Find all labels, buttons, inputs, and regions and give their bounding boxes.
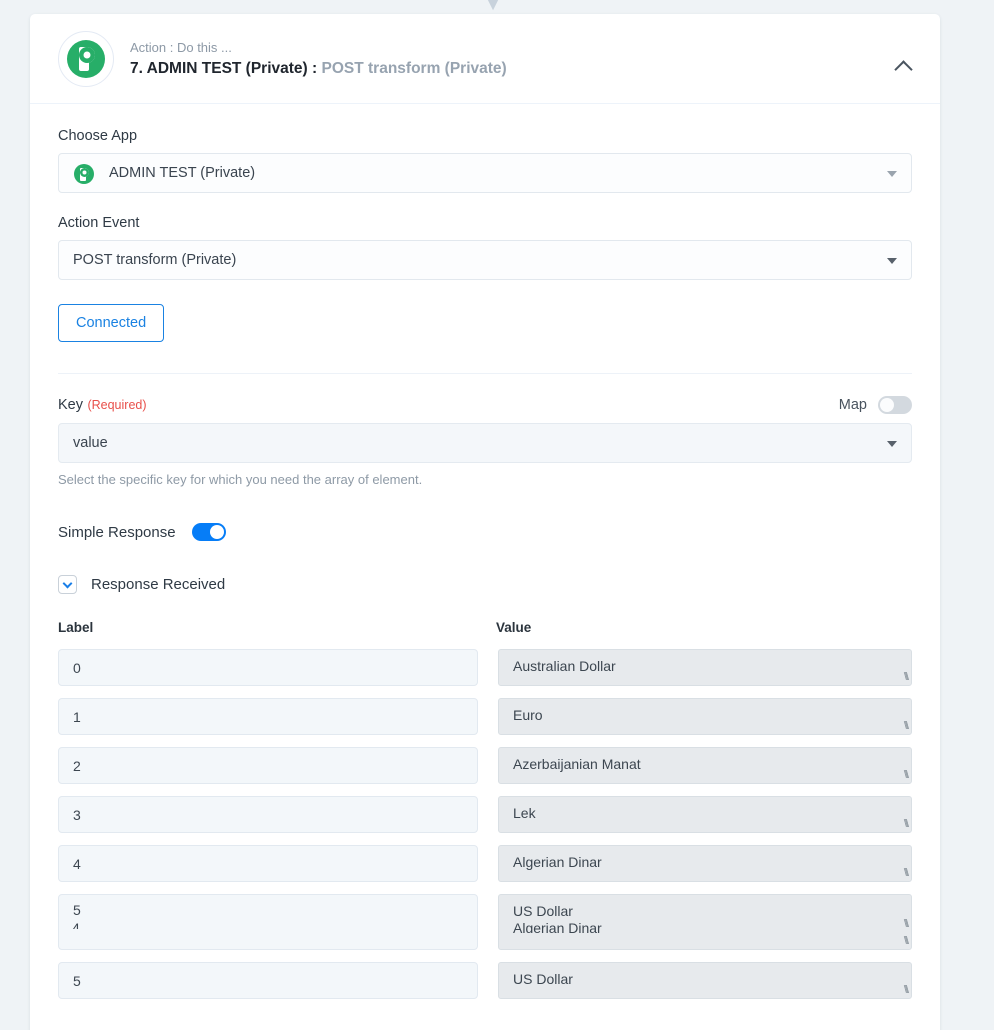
header-text: Action : Do this ... 7. ADMIN TEST (Priv… bbox=[130, 39, 507, 79]
response-received-group: Response Received bbox=[58, 575, 912, 594]
key-value: value bbox=[73, 435, 108, 451]
key-field-header: Key (Required) Map bbox=[58, 396, 912, 414]
row-value-textarea[interactable]: Australian Dollar bbox=[498, 649, 912, 686]
table-row: 3 Lek bbox=[58, 796, 912, 833]
chevron-up-icon bbox=[893, 60, 913, 79]
action-event-label: Action Event bbox=[58, 215, 140, 231]
resize-grip-icon[interactable] bbox=[897, 919, 909, 931]
action-event-value: POST transform (Private) bbox=[73, 252, 237, 268]
pabbly-p-logo-icon bbox=[67, 39, 105, 78]
resize-grip-icon[interactable] bbox=[897, 672, 909, 684]
simple-response-label: Simple Response bbox=[58, 523, 176, 541]
toggle-knob bbox=[209, 525, 224, 539]
caret-down-icon bbox=[887, 258, 897, 264]
page-root: ▼ Action : Do this ... 7. ADMIN TEST (Pr… bbox=[0, 0, 994, 1030]
key-label-wrap: Key (Required) bbox=[58, 396, 147, 414]
resize-grip-icon[interactable] bbox=[897, 985, 909, 997]
action-step-card: Action : Do this ... 7. ADMIN TEST (Priv… bbox=[30, 14, 940, 1030]
simple-response-toggle[interactable] bbox=[191, 523, 226, 541]
response-received-expand-button[interactable] bbox=[58, 575, 77, 594]
response-received-label: Response Received bbox=[91, 576, 226, 593]
table-header-row: Label Value bbox=[58, 620, 912, 635]
map-label: Map bbox=[838, 397, 867, 413]
row-value-text: Algerian Dinar bbox=[513, 854, 602, 870]
row-value-text: Azerbaijanian Manat bbox=[513, 756, 641, 772]
row-value-ghost-text: Algerian Dinar bbox=[513, 920, 602, 933]
action-event-select[interactable]: POST transform (Private) bbox=[58, 240, 912, 280]
row-label-ghost-text: 4 bbox=[72, 920, 80, 929]
column-header-label: Label bbox=[58, 620, 94, 635]
section-divider bbox=[58, 373, 912, 374]
table-row: 4 Algerian Dinar bbox=[58, 845, 912, 882]
table-row: 0 Australian Dollar bbox=[58, 649, 912, 686]
row-label-input[interactable]: 5 4 bbox=[58, 894, 478, 950]
row-label-input[interactable]: 3 bbox=[58, 796, 478, 833]
resize-grip-icon[interactable] bbox=[897, 721, 909, 733]
pabbly-p-logo-icon bbox=[74, 164, 94, 184]
row-label-text: 5 bbox=[73, 902, 81, 918]
row-value-textarea[interactable]: Euro bbox=[498, 698, 912, 735]
row-value-text: Lek bbox=[513, 805, 536, 821]
caret-down-icon bbox=[887, 171, 897, 177]
card-header: Action : Do this ... 7. ADMIN TEST (Priv… bbox=[30, 14, 940, 104]
resize-grip-icon[interactable] bbox=[897, 770, 909, 782]
table-row: 5 US Dollar bbox=[58, 962, 912, 999]
row-value-textarea[interactable]: Lek bbox=[498, 796, 912, 833]
collapse-button[interactable] bbox=[888, 54, 918, 80]
key-help-text: Select the specific key for which you ne… bbox=[58, 472, 423, 487]
row-value-textarea[interactable]: Azerbaijanian Manat bbox=[498, 747, 912, 784]
card-body: Choose App ADMIN TEST (Private) Action E… bbox=[30, 104, 940, 999]
column-header-value: Value bbox=[496, 620, 532, 635]
map-toggle[interactable] bbox=[878, 396, 912, 414]
resize-grip-icon[interactable] bbox=[897, 936, 909, 948]
row-value-text: Australian Dollar bbox=[513, 658, 616, 674]
chevron-down-icon bbox=[62, 578, 73, 588]
page-title: 7. ADMIN TEST (Private) : POST transform… bbox=[130, 59, 507, 79]
toggle-knob bbox=[880, 398, 894, 412]
table-row: 5 4 US Dollar Algerian Dinar bbox=[58, 894, 912, 950]
map-toggle-group: Map bbox=[839, 396, 912, 414]
response-table: Label Value 0 Australian Dollar 1 Euro bbox=[58, 620, 912, 999]
row-value-text: US Dollar bbox=[513, 903, 573, 919]
table-row: 1 Euro bbox=[58, 698, 912, 735]
key-label: Key bbox=[58, 397, 83, 413]
step-title-text: 7. ADMIN TEST (Private) : bbox=[130, 59, 318, 77]
row-label-input[interactable]: 5 bbox=[58, 962, 478, 999]
choose-app-value: ADMIN TEST (Private) bbox=[109, 165, 256, 181]
required-badge: (Required) bbox=[87, 398, 147, 412]
row-label-input[interactable]: 4 bbox=[58, 845, 478, 882]
avatar bbox=[58, 30, 114, 87]
simple-response-group: Simple Response bbox=[58, 523, 912, 541]
row-value-textarea[interactable]: Algerian Dinar bbox=[498, 845, 912, 882]
step-event-text: POST transform (Private) bbox=[321, 59, 507, 77]
row-value-text: Euro bbox=[513, 707, 543, 723]
action-subtitle: Action : Do this ... bbox=[130, 39, 232, 55]
row-label-input[interactable]: 2 bbox=[58, 747, 478, 784]
row-value-text: US Dollar bbox=[513, 971, 573, 987]
row-label-input[interactable]: 1 bbox=[58, 698, 478, 735]
chevron-down-drag-icon[interactable]: ▼ bbox=[479, 0, 507, 14]
row-value-textarea[interactable]: US Dollar bbox=[498, 962, 912, 999]
row-label-input[interactable]: 0 bbox=[58, 649, 478, 686]
row-value-textarea[interactable]: US Dollar Algerian Dinar bbox=[498, 894, 912, 950]
choose-app-select[interactable]: ADMIN TEST (Private) bbox=[58, 153, 912, 193]
table-row: 2 Azerbaijanian Manat bbox=[58, 747, 912, 784]
caret-down-icon bbox=[887, 441, 897, 447]
resize-grip-icon[interactable] bbox=[897, 868, 909, 880]
resize-grip-icon[interactable] bbox=[897, 819, 909, 831]
connected-button[interactable]: Connected bbox=[58, 304, 165, 342]
key-select[interactable]: value bbox=[58, 423, 912, 463]
choose-app-label: Choose App bbox=[58, 128, 138, 144]
